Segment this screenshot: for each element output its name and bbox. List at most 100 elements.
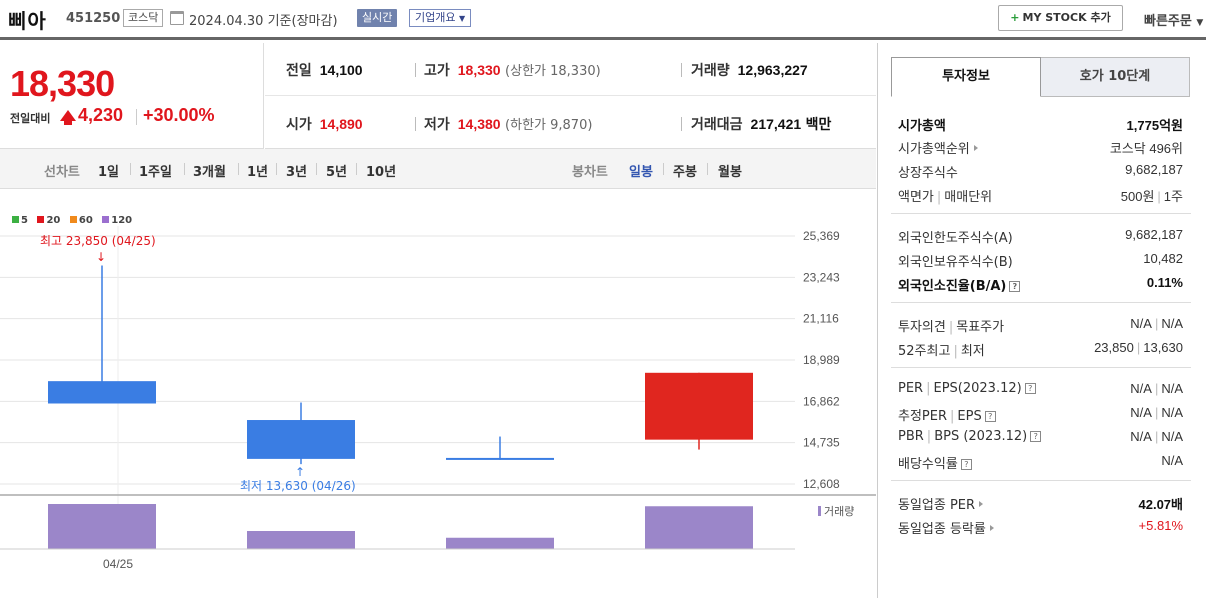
chevron-right-icon <box>973 145 978 151</box>
stock-name: 삐아 <box>8 9 47 33</box>
chevron-down-icon: ▼ <box>1196 18 1204 28</box>
y-tick-label: 21,116 <box>803 312 839 326</box>
max-arrow-icon: ↓ <box>96 250 106 264</box>
price-chart: 5 20 60 120 25,369 23,243 21,116 18,989 16,8… <box>0 189 876 598</box>
max-annotation: 최고 23,850 (04/25) <box>40 234 156 248</box>
tab-invest-info[interactable]: 투자정보 <box>891 57 1041 97</box>
min-arrow-icon: ↑ <box>295 465 305 479</box>
price-change: 4,230 <box>78 105 124 125</box>
invest-info-panel: 투자정보 호가 10단계 시가총액 1,775억원 시가총액순위 코스닥 496위 … <box>877 43 1206 598</box>
volume-bar <box>645 506 753 549</box>
volume-bar <box>446 537 554 549</box>
period-5y[interactable]: 5년 <box>326 161 347 180</box>
row-divider <box>265 95 876 96</box>
help-icon[interactable]: ? <box>960 459 972 470</box>
period-weekly[interactable]: 주봉 <box>673 161 697 180</box>
divider <box>891 367 1191 368</box>
min-annotation: 최저 13,630 (04/26) <box>240 479 356 493</box>
divider <box>891 480 1191 481</box>
stock-code: 451250 <box>66 11 121 26</box>
current-price: 18,330 <box>10 63 115 104</box>
calendar-icon <box>170 11 184 25</box>
chart-period-bar: 선차트 1일 1주일 3개월 1년 3년 5년 10년 봉차트 일봉 주봉 월봉 <box>0 149 876 189</box>
candle-chart-label: 봉차트 <box>572 165 608 180</box>
high-price: 고가 18,330 (상한가 18,330) <box>424 62 601 79</box>
par-unit-row: 액면가 | 매매단위 500원 | 1주 <box>898 189 1183 205</box>
sector-change-row[interactable]: 동일업종 등락률 +5.81% <box>898 516 1183 538</box>
foreign-rate-row: 외국인소진율(B/A)? 0.11% <box>898 275 1183 294</box>
divider <box>316 163 317 175</box>
price-change-pct: +30.00% <box>143 105 215 125</box>
candle-body <box>645 372 753 440</box>
trade-amount: 거래대금 217,421 백만 <box>691 116 832 133</box>
volume: 거래량 12,963,227 <box>691 62 808 79</box>
divider <box>130 163 131 175</box>
company-overview-dropdown[interactable]: 기업개요 ▼ <box>409 9 472 27</box>
y-tick-label: 16,862 <box>803 394 840 408</box>
divider <box>415 63 416 77</box>
pbr-bps-row: PBR | BPS (2023.12)? N/A | N/A <box>898 429 1183 444</box>
help-icon[interactable]: ? <box>984 411 996 422</box>
current-price-panel: 18,330 전일대비 4,230 +30.00% <box>0 43 264 149</box>
candlestick-svg[interactable]: 25,369 23,243 21,116 18,989 16,862 14,735 12,6… <box>0 189 876 598</box>
period-3y[interactable]: 3년 <box>286 161 307 180</box>
low-price: 저가 14,380 (하한가 9,870) <box>424 116 593 133</box>
stock-header: 삐아 451250 코스닥 2024.04.30 기준(장마감) 실시간 기업개… <box>0 0 1206 40</box>
line-chart-label: 선차트 <box>44 165 80 180</box>
divider <box>681 63 682 77</box>
info-tabs: 투자정보 호가 10단계 <box>891 57 1190 97</box>
x-tick-label: 04/25 <box>103 557 133 571</box>
realtime-button[interactable]: 실시간 <box>357 9 398 27</box>
chevron-right-icon <box>979 501 984 507</box>
help-icon[interactable]: ? <box>1030 431 1042 442</box>
y-tick-label: 25,369 <box>803 229 840 243</box>
foreign-hold-row: 외국인보유주식수(B) 10,482 <box>898 251 1183 270</box>
period-1d[interactable]: 1일 <box>98 161 119 180</box>
quote-date: 2024.04.30 기준(장마감) <box>189 14 338 29</box>
change-label: 전일대비 <box>10 112 51 125</box>
market-cap-rank-row[interactable]: 시가총액순위 코스닥 496위 <box>898 136 1183 158</box>
y-tick-label: 23,243 <box>803 270 840 284</box>
divider <box>136 109 137 125</box>
divider <box>184 163 185 175</box>
volume-bar <box>247 531 355 549</box>
period-1w[interactable]: 1주일 <box>139 161 172 180</box>
volume-legend-swatch <box>818 506 821 516</box>
period-monthly[interactable]: 월봉 <box>718 161 742 180</box>
listed-shares-row: 상장주식수 9,682,187 <box>898 162 1183 181</box>
y-tick-label: 14,735 <box>803 436 840 450</box>
candle-body <box>48 381 156 404</box>
quote-grid: 전일 14,100 고가 18,330 (상한가 18,330) 거래량 12,963… <box>265 43 876 149</box>
dividend-row: 배당수익률? N/A <box>898 453 1183 472</box>
volume-label: 거래량 <box>824 505 854 518</box>
divider <box>891 302 1191 303</box>
chevron-right-icon <box>989 525 994 531</box>
open-price: 시가 14,890 <box>286 116 363 133</box>
divider <box>238 163 239 175</box>
volume-bar <box>48 504 156 549</box>
divider <box>681 117 682 131</box>
prev-close: 전일 14,100 <box>286 62 363 79</box>
candle-body <box>247 420 355 459</box>
market-badge: 코스닥 <box>123 9 164 27</box>
help-icon[interactable]: ? <box>1009 281 1021 292</box>
tab-orderbook[interactable]: 호가 10단계 <box>1040 57 1190 97</box>
foreign-limit-row: 외국인한도주식수(A) 9,682,187 <box>898 227 1183 246</box>
y-tick-label: 18,989 <box>803 353 840 367</box>
opinion-target-row: 투자의견 | 목표주가 N/A | N/A <box>898 316 1183 335</box>
sector-per-row[interactable]: 동일업종 PER 42.07배 <box>898 492 1183 514</box>
divider <box>356 163 357 175</box>
chevron-down-icon: ▼ <box>458 14 466 23</box>
period-daily[interactable]: 일봉 <box>629 161 653 180</box>
add-mystock-button[interactable]: + MY STOCK 추가 <box>998 5 1123 31</box>
period-3m[interactable]: 3개월 <box>193 161 226 180</box>
est-per-eps-row: 추정PER | EPS? N/A | N/A <box>898 405 1183 424</box>
week52-row: 52주최고 | 최저 23,850 | 13,630 <box>898 340 1183 359</box>
market-cap-row: 시가총액 1,775억원 <box>898 118 1183 134</box>
period-10y[interactable]: 10년 <box>366 161 396 180</box>
divider <box>891 213 1191 214</box>
divider <box>663 163 664 175</box>
quick-order-link[interactable]: 빠른주문 ▼ <box>1144 10 1203 29</box>
help-icon[interactable]: ? <box>1024 383 1036 394</box>
period-1y[interactable]: 1년 <box>247 161 268 180</box>
